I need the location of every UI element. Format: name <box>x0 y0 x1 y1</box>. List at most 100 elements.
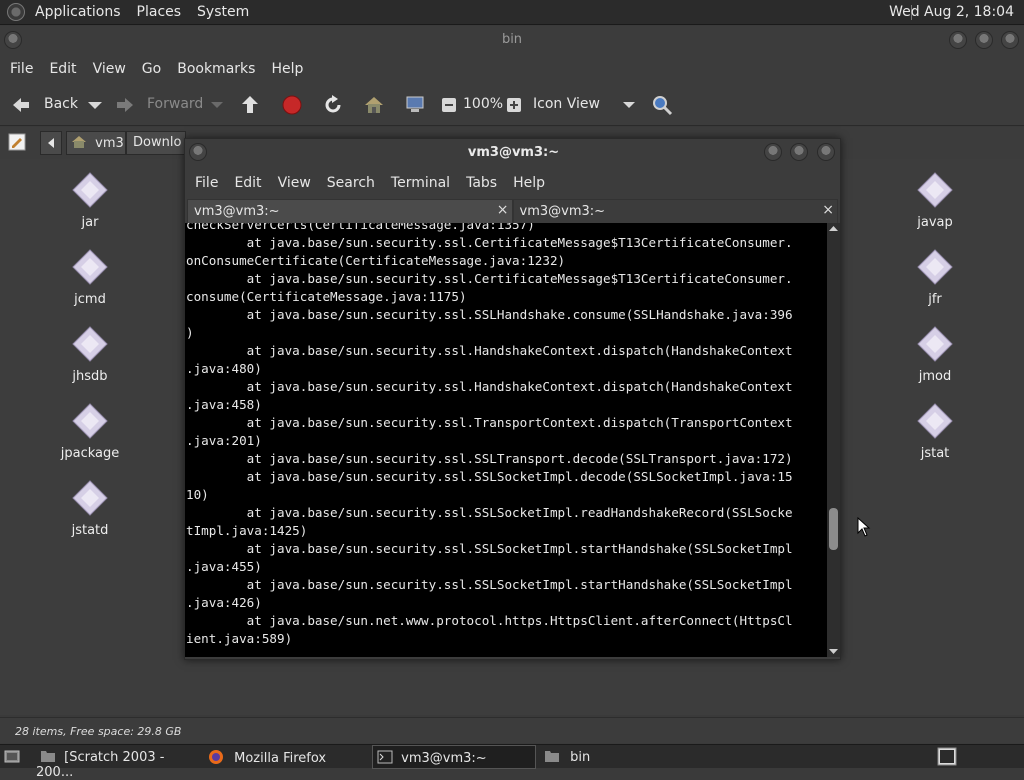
executable-diamond-icon <box>917 172 953 208</box>
search-icon[interactable] <box>651 94 673 116</box>
file-item-jpackage[interactable]: jpackage <box>45 402 135 461</box>
zoom-level: 100% <box>463 96 504 112</box>
file-item-jfr[interactable]: jfr <box>890 248 980 307</box>
file-manager-toolbar: Back Forward 100% Icon View <box>0 84 1024 126</box>
forward-button[interactable]: Forward <box>147 96 203 112</box>
menu-search[interactable]: Search <box>319 175 383 191</box>
executable-diamond-icon <box>72 480 108 516</box>
forward-history-dropdown-icon[interactable] <box>206 94 228 116</box>
menu-file[interactable]: File <box>187 175 226 191</box>
menu-terminal[interactable]: Terminal <box>383 175 458 191</box>
taskbar-item-scratch[interactable]: [Scratch 2003 - 200... <box>36 745 202 780</box>
home-folder-icon <box>72 136 86 148</box>
breadcrumb-vm3[interactable]: vm3 <box>66 131 126 155</box>
menu-tabs[interactable]: Tabs <box>458 175 505 191</box>
terminal-menubar: File Edit View Search Terminal Tabs Help <box>185 169 840 197</box>
reload-icon[interactable] <box>322 94 344 116</box>
distro-logo-icon[interactable] <box>7 3 25 21</box>
scroll-down-icon[interactable] <box>829 648 838 655</box>
terminal-line: at java.base/sun.security.ssl.SSLSocketI… <box>186 577 793 592</box>
panel-menu-system[interactable]: System <box>189 4 257 20</box>
scroll-up-icon[interactable] <box>829 225 838 232</box>
tab-label: vm3@vm3:~ <box>519 204 606 219</box>
zoom-in-icon[interactable] <box>503 94 525 116</box>
minimize-icon[interactable] <box>764 143 782 161</box>
executable-diamond-icon <box>72 249 108 285</box>
file-manager-menubar: File Edit View Go Bookmarks Help <box>0 54 1024 84</box>
terminal-output[interactable]: checkServerCerts(CertificateMessage.java… <box>185 223 827 657</box>
panel-clock[interactable]: Wed Aug 2, 18:04 <box>889 4 1014 20</box>
close-icon[interactable] <box>817 143 835 161</box>
executable-diamond-icon <box>917 326 953 362</box>
menu-view[interactable]: View <box>270 175 319 191</box>
forward-arrow-icon[interactable] <box>114 94 136 116</box>
menu-help[interactable]: Help <box>505 175 553 191</box>
file-item-jar[interactable]: jar <box>45 171 135 230</box>
terminal-scrollbar[interactable] <box>827 223 840 657</box>
file-item-jstat[interactable]: jstat <box>890 402 980 461</box>
terminal-line: consume(CertificateMessage.java:1175) <box>186 289 467 304</box>
file-item-jmod[interactable]: jmod <box>890 325 980 384</box>
executable-diamond-icon <box>72 326 108 362</box>
menu-help[interactable]: Help <box>263 61 311 77</box>
menu-edit[interactable]: Edit <box>41 61 84 77</box>
terminal-line: at java.base/sun.security.ssl.HandshakeC… <box>186 343 793 358</box>
file-item-jcmd[interactable]: jcmd <box>45 248 135 307</box>
folder-icon <box>545 751 559 762</box>
file-item-javap[interactable]: javap <box>890 171 980 230</box>
maximize-icon[interactable] <box>975 31 993 49</box>
taskbar-item-firefox[interactable]: Mozilla Firefox <box>204 745 368 769</box>
file-manager-titlebar[interactable]: bin <box>0 26 1024 54</box>
maximize-icon[interactable] <box>790 143 808 161</box>
taskbar-item-bin[interactable]: bin <box>540 745 704 769</box>
home-icon[interactable] <box>363 94 385 116</box>
terminal-window[interactable]: vm3@vm3:~ File Edit View Search Terminal… <box>184 138 841 660</box>
breadcrumb-label: Downlo <box>133 135 182 150</box>
file-item-jhsdb[interactable]: jhsdb <box>45 325 135 384</box>
taskbar-item-label: vm3@vm3:~ <box>401 751 487 766</box>
terminal-line: ) <box>186 325 194 340</box>
view-mode-select[interactable]: Icon View <box>533 96 600 112</box>
up-arrow-icon[interactable] <box>239 94 261 116</box>
terminal-line: checkServerCerts(CertificateMessage.java… <box>186 223 535 232</box>
scrollbar-thumb[interactable] <box>829 508 838 550</box>
tab-close-icon[interactable]: × <box>497 202 509 218</box>
minimize-icon[interactable] <box>949 31 967 49</box>
breadcrumb-downloads[interactable]: Downlo <box>126 131 186 155</box>
terminal-tab-2[interactable]: vm3@vm3:~ × <box>512 199 838 223</box>
close-icon[interactable] <box>1001 31 1019 49</box>
back-button[interactable]: Back <box>44 96 78 112</box>
panel-menu-places[interactable]: Places <box>129 4 190 20</box>
panel-menu-applications[interactable]: Applications <box>27 4 129 20</box>
executable-diamond-icon <box>72 172 108 208</box>
executable-diamond-icon <box>917 403 953 439</box>
terminal-line: onConsumeCertificate(CertificateMessage.… <box>186 253 566 268</box>
taskbar-item-terminal[interactable]: vm3@vm3:~ <box>372 745 536 769</box>
breadcrumb-scroll-left[interactable] <box>40 131 62 155</box>
file-item-jstatd[interactable]: jstatd <box>45 479 135 538</box>
terminal-tab-1[interactable]: vm3@vm3:~ × <box>187 199 513 223</box>
menu-edit[interactable]: Edit <box>226 175 269 191</box>
menu-go[interactable]: Go <box>134 61 169 77</box>
file-item-label: jar <box>81 215 99 230</box>
menu-view[interactable]: View <box>85 61 134 77</box>
computer-icon[interactable] <box>404 94 426 116</box>
terminal-line: at java.base/sun.security.ssl.SSLSocketI… <box>186 469 793 484</box>
edit-location-icon[interactable] <box>8 133 26 151</box>
top-panel: Applications Places System Wed Aug 2, 18… <box>0 0 1024 25</box>
file-item-label: jcmd <box>74 292 106 307</box>
menu-bookmarks[interactable]: Bookmarks <box>169 61 263 77</box>
show-desktop-icon[interactable] <box>4 749 20 765</box>
terminal-icon <box>377 750 393 764</box>
back-history-dropdown-icon[interactable] <box>84 94 106 116</box>
zoom-out-icon[interactable] <box>438 94 460 116</box>
back-arrow-icon[interactable] <box>10 94 32 116</box>
menu-file[interactable]: File <box>2 61 41 77</box>
terminal-lines: checkServerCerts(CertificateMessage.java… <box>186 223 793 648</box>
workspace-switcher-icon[interactable] <box>937 747 957 766</box>
tab-close-icon[interactable]: × <box>822 202 834 218</box>
terminal-line: at java.base/sun.security.ssl.SSLHandsha… <box>186 307 793 322</box>
terminal-line: at java.base/sun.security.ssl.SSLSocketI… <box>186 505 793 520</box>
stop-icon[interactable] <box>281 94 303 116</box>
view-mode-dropdown-icon[interactable] <box>618 94 640 116</box>
